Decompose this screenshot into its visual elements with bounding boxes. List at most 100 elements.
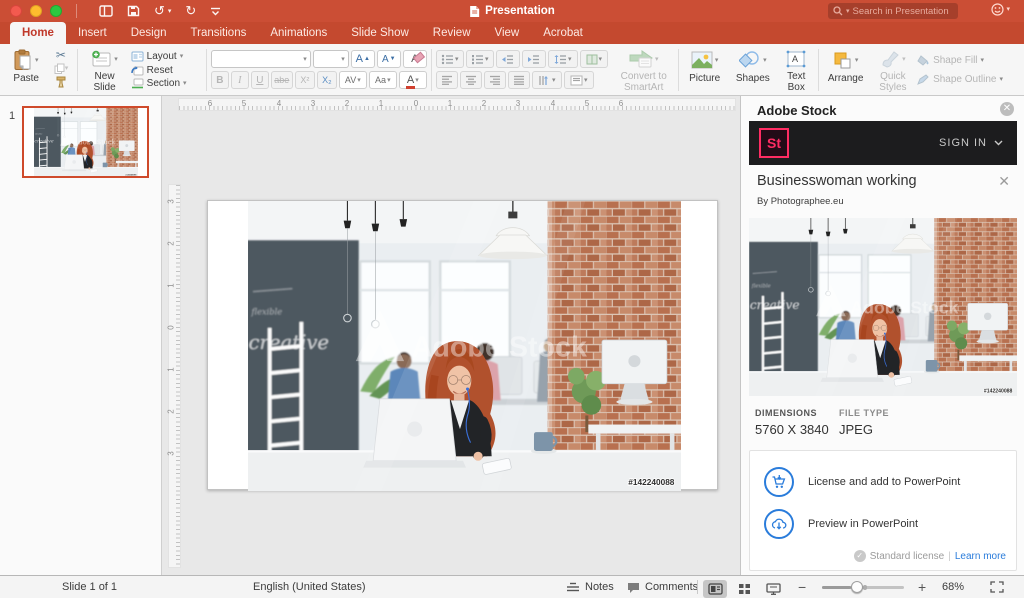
preview-in-powerpoint-button[interactable]: Preview in PowerPoint: [764, 509, 918, 539]
notes-toggle[interactable]: Notes: [566, 576, 614, 598]
zoom-out-button[interactable]: −: [798, 576, 806, 598]
slide-editor-canvas[interactable]: 65 43 21 01 23 45 6 32 10 12 3: [162, 96, 740, 575]
feedback-menu[interactable]: ▾: [991, 3, 1010, 16]
decrease-indent-button[interactable]: [496, 50, 520, 68]
picture-button[interactable]: ▾ Picture: [683, 47, 727, 93]
zoom-window-button[interactable]: [50, 5, 62, 17]
tab-view[interactable]: View: [483, 22, 532, 44]
search-scope-caret[interactable]: ▾: [846, 8, 850, 15]
columns-button[interactable]: ▾: [580, 50, 608, 68]
close-window-button[interactable]: [10, 5, 22, 17]
comments-toggle[interactable]: Comments: [627, 576, 698, 598]
toggle-sidebar-icon[interactable]: [99, 5, 113, 17]
shapes-button[interactable]: ▾ Shapes: [730, 47, 776, 93]
text-box-icon: A: [786, 50, 806, 68]
superscript-button[interactable]: X²: [295, 71, 315, 89]
zoom-level[interactable]: 68%: [942, 576, 964, 598]
align-left-button[interactable]: [436, 71, 458, 89]
slide[interactable]: [207, 200, 718, 490]
status-bar: Slide 1 of 1 English (United States) Not…: [0, 575, 1024, 598]
tab-home[interactable]: Home: [10, 22, 66, 44]
slideshow-view-button[interactable]: [761, 580, 785, 598]
underline-button[interactable]: U: [251, 71, 269, 89]
slide-thumbnail-panel: 1: [0, 96, 162, 575]
clear-formatting-button[interactable]: A: [403, 50, 427, 68]
zoom-in-button[interactable]: +: [918, 576, 926, 598]
new-slide-button[interactable]: ▾ NewSlide: [81, 47, 127, 93]
close-panel-icon[interactable]: ✕: [1000, 102, 1014, 116]
section-button[interactable]: Section▾: [131, 77, 202, 90]
svg-text:A: A: [792, 54, 798, 64]
fit-to-window-button[interactable]: [990, 576, 1004, 598]
font-name-select[interactable]: ▾: [211, 50, 311, 68]
strikethrough-button[interactable]: abe: [271, 71, 293, 89]
increase-indent-button[interactable]: [522, 50, 546, 68]
divider: [76, 4, 77, 18]
bold-button[interactable]: B: [211, 71, 229, 89]
tab-transitions[interactable]: Transitions: [179, 22, 259, 44]
bullets-button[interactable]: ▾: [436, 50, 464, 68]
align-left-icon: [441, 75, 453, 85]
convert-to-smartart-button[interactable]: ▾ Convert toSmartArt: [614, 47, 674, 93]
customize-toolbar-icon[interactable]: [210, 7, 221, 16]
slide-image[interactable]: [248, 201, 681, 491]
slide-counter[interactable]: Slide 1 of 1: [62, 576, 117, 598]
divider: [206, 49, 207, 91]
shape-fill-button[interactable]: Shape Fill▾: [917, 54, 1019, 67]
align-center-button[interactable]: [460, 71, 482, 89]
paste-button[interactable]: ▾ Paste: [6, 47, 46, 93]
tab-acrobat[interactable]: Acrobat: [531, 22, 595, 44]
reset-button[interactable]: Reset: [131, 64, 202, 77]
redo-button[interactable]: ↻: [185, 3, 196, 19]
dimensions-label: DIMENSIONS: [755, 408, 829, 418]
powerpoint-window: ↺▾ ↻ Presentation ▾ ▾ Home Insert Design…: [0, 0, 1024, 598]
filetype-label: FILE TYPE: [839, 408, 889, 418]
decrease-indent-icon: [501, 54, 514, 65]
font-size-select[interactable]: ▾: [313, 50, 349, 68]
stock-image-preview[interactable]: [749, 218, 1017, 396]
slide-sorter-view-button[interactable]: [732, 580, 756, 598]
quick-styles-button[interactable]: ▾ QuickStyles: [872, 47, 914, 93]
tab-review[interactable]: Review: [421, 22, 483, 44]
numbering-button[interactable]: ▾: [466, 50, 494, 68]
change-case-button[interactable]: Aa▾: [369, 71, 397, 89]
shape-outline-button[interactable]: Shape Outline▾: [917, 73, 1019, 86]
text-direction-button[interactable]: ▾: [532, 71, 562, 89]
tab-design[interactable]: Design: [119, 22, 179, 44]
save-icon[interactable]: [127, 5, 140, 17]
slide-thumbnail[interactable]: [22, 106, 149, 178]
smartart-icon: [629, 50, 653, 68]
ribbon-home: ▾ Paste ✂ ▾ ▾ NewSlide Layout▾: [0, 44, 1024, 96]
license-and-add-button[interactable]: License and add to PowerPoint: [764, 467, 960, 497]
text-box-button[interactable]: A TextBox: [779, 47, 814, 93]
tab-animations[interactable]: Animations: [258, 22, 339, 44]
undo-button[interactable]: ↺▾: [154, 3, 171, 19]
align-text-button[interactable]: ▾: [564, 71, 594, 89]
italic-button[interactable]: I: [231, 71, 249, 89]
font-color-button[interactable]: A▾: [399, 71, 427, 89]
increase-font-size-button[interactable]: A▲: [351, 50, 375, 68]
line-spacing-button[interactable]: ▾: [548, 50, 578, 68]
tab-insert[interactable]: Insert: [66, 22, 119, 44]
arrange-button[interactable]: ▾ Arrange: [823, 47, 869, 93]
copy-button[interactable]: ▾: [54, 63, 69, 74]
learn-more-link[interactable]: Learn more: [955, 551, 1006, 562]
minimize-window-button[interactable]: [30, 5, 42, 17]
tab-slide-show[interactable]: Slide Show: [339, 22, 421, 44]
format-painter-button[interactable]: [55, 76, 67, 91]
align-right-button[interactable]: [484, 71, 506, 89]
sign-in-button[interactable]: SIGN IN: [939, 137, 1003, 149]
cut-button[interactable]: ✂: [56, 49, 66, 61]
zoom-slider[interactable]: [822, 576, 904, 598]
search-input[interactable]: [853, 6, 953, 17]
bullet-list-icon: [441, 54, 454, 65]
close-image-icon[interactable]: ✕: [998, 173, 1010, 190]
language-indicator[interactable]: English (United States): [253, 576, 366, 598]
character-spacing-button[interactable]: AV▾: [339, 71, 367, 89]
zoom-slider-thumb[interactable]: [851, 581, 863, 593]
subscript-button[interactable]: X₂: [317, 71, 337, 89]
layout-button[interactable]: Layout▾: [131, 50, 202, 63]
decrease-font-size-button[interactable]: A▼: [377, 50, 401, 68]
normal-view-button[interactable]: [703, 580, 727, 598]
justify-button[interactable]: [508, 71, 530, 89]
